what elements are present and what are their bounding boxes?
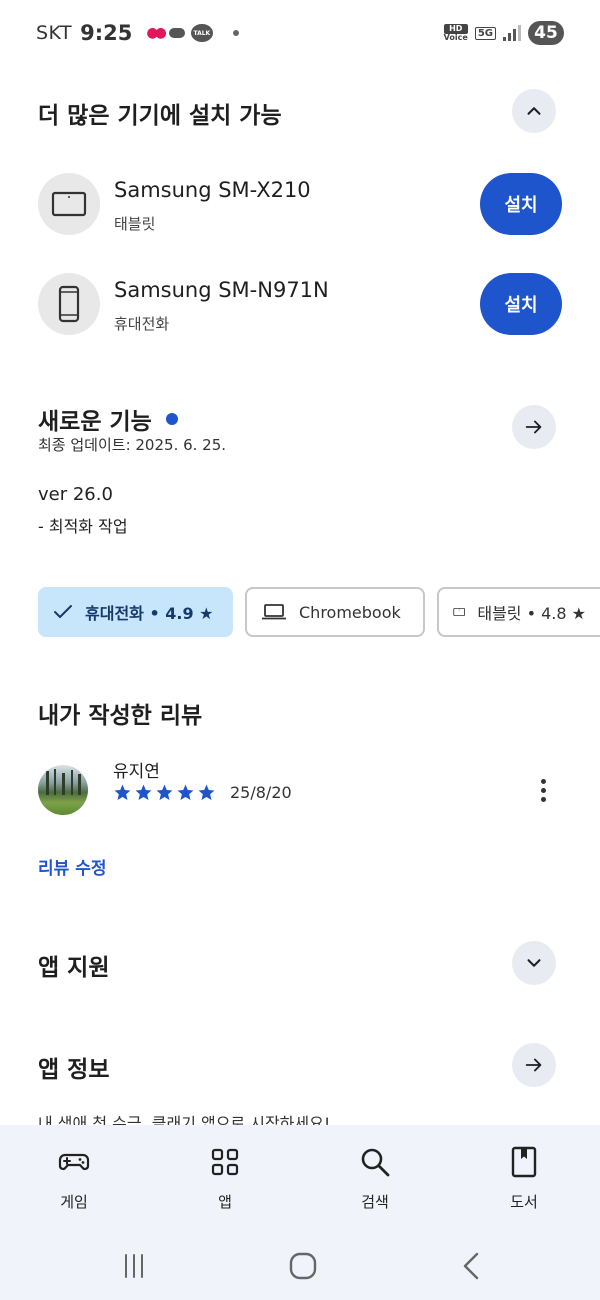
star-icon [135, 784, 152, 801]
star-icon [198, 784, 215, 801]
nav-label: 도서 [510, 1193, 538, 1211]
nav-label: 앱 [218, 1193, 232, 1211]
tablet-device-icon [38, 173, 100, 235]
device-row: Samsung SM-X210 태블릿 설치 [38, 173, 562, 235]
carrier-label: SKT [36, 22, 73, 44]
book-icon [511, 1146, 537, 1178]
signal-icon [503, 25, 521, 41]
tablet-icon [453, 607, 465, 617]
status-bar: SKT 9:25 ●● TALK HD Voice 5G 45 [0, 0, 600, 66]
install-button[interactable]: 설치 [480, 173, 562, 235]
apps-grid-icon [211, 1148, 239, 1176]
system-navigation-bar [0, 1247, 600, 1287]
cloud-icon [168, 28, 185, 38]
review-date: 25/8/20 [230, 783, 292, 802]
chip-label: 태블릿 • 4.8 ★ [477, 604, 586, 623]
chip-label: Chromebook [299, 602, 401, 622]
phone-device-icon [38, 273, 100, 335]
flickr-icon: ●● [146, 25, 167, 41]
release-note: - 최적화 작업 [38, 517, 128, 536]
whats-new-title: 새로운 기능 [38, 409, 152, 435]
avatar [38, 765, 88, 815]
device-name: Samsung SM-N971N [114, 278, 329, 302]
bottom-navigation: 게임 앱 검색 도서 [0, 1125, 600, 1300]
my-review-title: 내가 작성한 리뷰 [38, 703, 203, 729]
recent-apps-icon[interactable] [114, 1247, 154, 1287]
network-5g-icon: 5G [474, 26, 496, 40]
device-name: Samsung SM-X210 [114, 178, 311, 202]
last-updated: 최종 업데이트: 2025. 6. 25. [38, 436, 227, 454]
hd-voice-icon: HD Voice [443, 24, 468, 42]
gamepad-icon [58, 1153, 90, 1171]
nav-label: 게임 [60, 1193, 88, 1211]
back-icon[interactable] [451, 1247, 491, 1287]
chip-phone[interactable]: 휴대전화 • 4.9 ★ [38, 587, 233, 637]
chip-chromebook[interactable]: Chromebook [245, 587, 425, 637]
arrow-right-icon [525, 1058, 542, 1072]
review-more-button[interactable] [528, 775, 558, 805]
app-support-expand-button[interactable] [512, 941, 556, 985]
arrow-right-icon [525, 420, 542, 434]
collapse-button[interactable] [512, 89, 556, 133]
home-icon[interactable] [283, 1247, 323, 1287]
app-support-title: 앱 지원 [38, 955, 110, 981]
star-rating [113, 783, 216, 802]
star-icon [114, 784, 131, 801]
kakaotalk-icon: TALK [190, 24, 213, 42]
reviewer-name: 유지연 [113, 762, 160, 782]
whats-new-arrow-button[interactable] [512, 405, 556, 449]
device-row: Samsung SM-N971N 휴대전화 설치 [38, 273, 562, 335]
device-type: 휴대전화 [114, 315, 170, 333]
install-button[interactable]: 설치 [480, 273, 562, 335]
chevron-down-icon [527, 959, 541, 967]
chip-tablet[interactable]: 태블릿 • 4.8 ★ [437, 587, 600, 637]
star-icon [156, 784, 173, 801]
version-text: ver 26.0 [38, 484, 113, 505]
chip-label: 휴대전화 • 4.9 ★ [85, 604, 214, 623]
app-info-title: 앱 정보 [38, 1057, 110, 1083]
chevron-up-icon [527, 107, 541, 115]
new-indicator-dot [165, 413, 178, 425]
more-devices-title: 더 많은 기기에 설치 가능 [38, 103, 282, 129]
edit-review-link[interactable]: 리뷰 수정 [38, 854, 106, 879]
check-icon [54, 605, 72, 618]
more-vert-icon [540, 778, 546, 802]
review-rating-row: 25/8/20 [113, 783, 292, 802]
nav-games[interactable]: 게임 [24, 1145, 124, 1212]
app-info-arrow-button[interactable] [512, 1043, 556, 1087]
star-icon [177, 784, 194, 801]
device-type: 태블릿 [114, 215, 156, 233]
clock: 9:25 [80, 21, 133, 45]
whats-new-header: 새로운 기능 [38, 402, 178, 436]
notification-dot-icon [232, 30, 239, 36]
nav-search[interactable]: 검색 [325, 1145, 425, 1212]
search-icon [361, 1148, 390, 1177]
battery-icon: 45 [528, 21, 564, 45]
nav-label: 검색 [361, 1193, 389, 1211]
laptop-icon [262, 604, 286, 620]
nav-books[interactable]: 도서 [474, 1145, 574, 1212]
nav-apps[interactable]: 앱 [175, 1145, 275, 1212]
